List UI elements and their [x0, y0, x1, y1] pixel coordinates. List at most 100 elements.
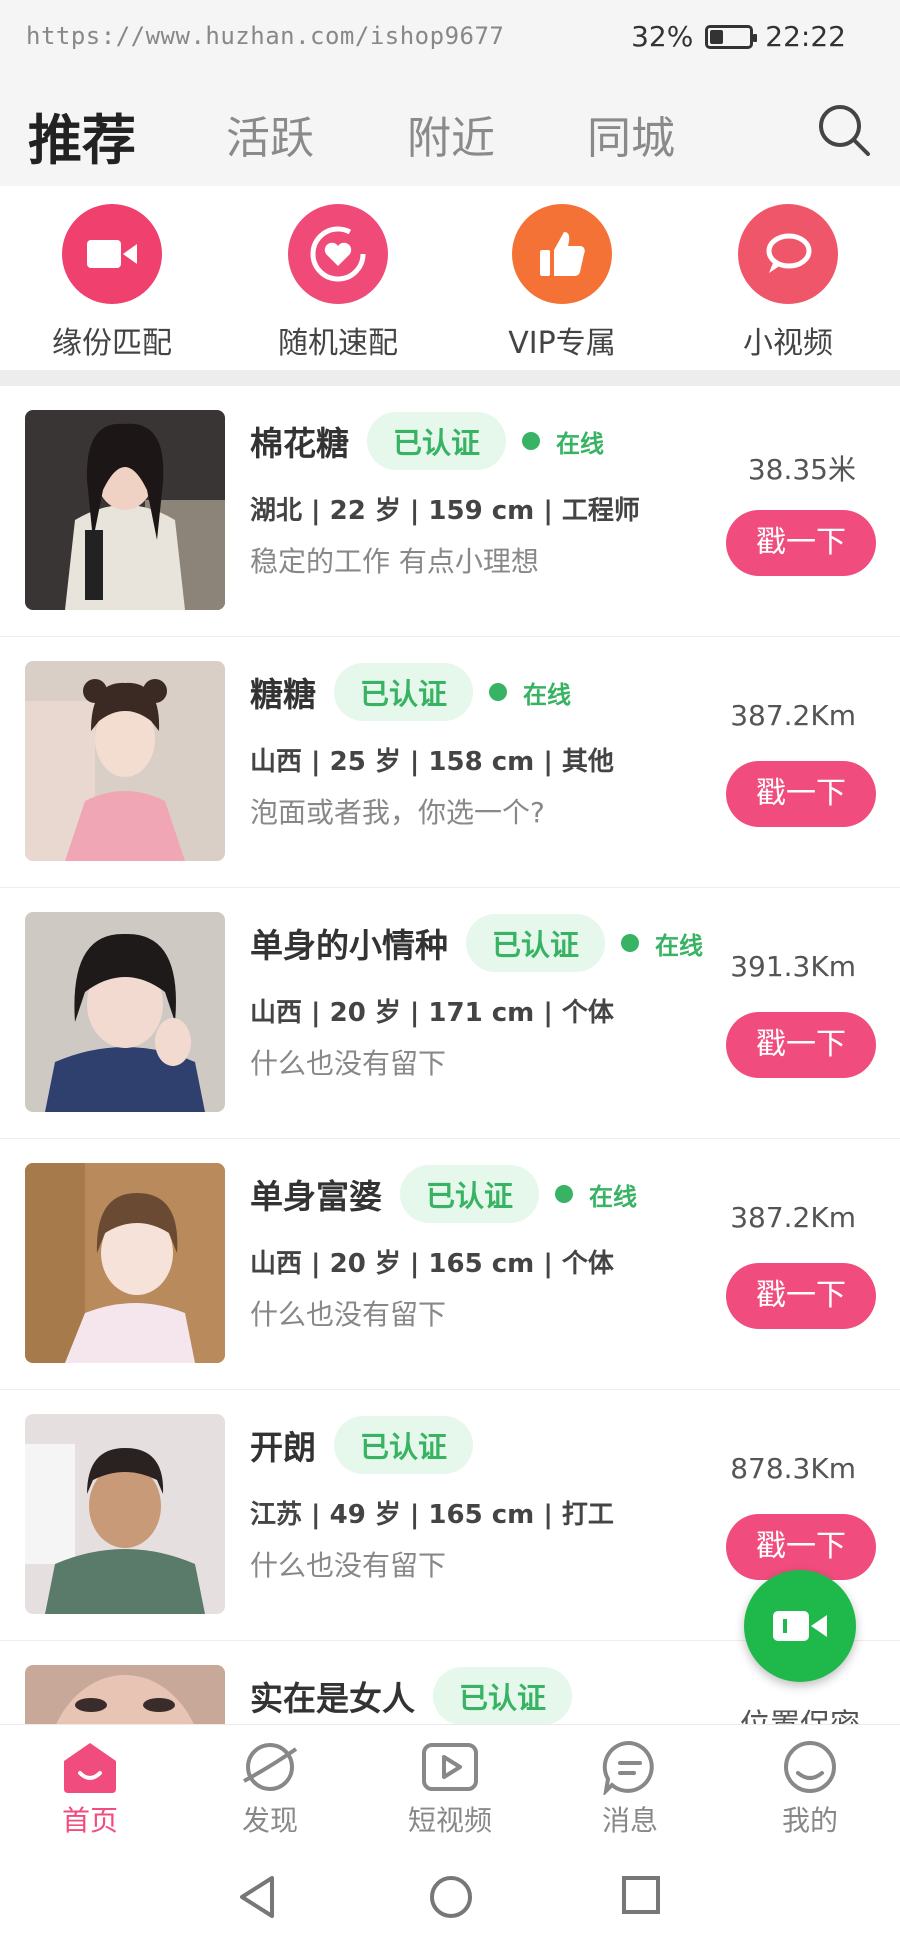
user-bio: 什么也没有留下: [250, 1047, 447, 1080]
section-divider: [0, 370, 900, 386]
heart-ring-icon: [288, 204, 388, 304]
nav-messages[interactable]: 消息: [570, 1739, 690, 1839]
battery-percent: 32%: [631, 20, 694, 53]
user-name: 棉花糖: [250, 424, 349, 463]
clock: 22:22: [765, 20, 846, 53]
online-status: 在线: [555, 1177, 637, 1212]
user-bio: 什么也没有留下: [250, 1298, 447, 1331]
avatar[interactable]: [25, 1414, 225, 1614]
user-info: 江苏 | 49 岁 | 165 cm | 打工: [250, 1500, 614, 1530]
search-icon[interactable]: [816, 102, 872, 158]
user-name: 开朗: [250, 1428, 316, 1467]
list-item[interactable]: 棉花糖 已认证 在线 湖北 | 22 岁 | 159 cm | 工程师 稳定的工…: [0, 386, 900, 637]
online-dot-icon: [621, 934, 640, 952]
system-nav-bar: [0, 1848, 900, 1950]
verified-badge: 已认证: [466, 914, 606, 972]
online-label: 在线: [523, 680, 572, 709]
quick-actions: 缘份匹配 随机速配 VIP专属 小视频: [0, 186, 900, 368]
user-bio: 泡面或者我，你选一个?: [250, 796, 545, 829]
nav-label: 发现: [241, 1804, 298, 1837]
distance: 38.35米: [747, 453, 856, 486]
quick-action-random[interactable]: 随机速配: [238, 204, 438, 362]
list-item[interactable]: 单身富婆 已认证 在线 山西 | 20 岁 | 165 cm | 个体 什么也没…: [0, 1139, 900, 1390]
quick-action-match[interactable]: 缘份匹配: [12, 204, 212, 362]
message-icon: [602, 1740, 654, 1795]
name-line: 棉花糖 已认证 在线: [250, 412, 604, 470]
avatar[interactable]: [25, 912, 225, 1112]
nav-home[interactable]: 首页: [30, 1739, 150, 1839]
user-list: 棉花糖 已认证 在线 湖北 | 22 岁 | 159 cm | 工程师 稳定的工…: [0, 386, 900, 1724]
online-label: 在线: [655, 931, 704, 960]
avatar[interactable]: [25, 661, 225, 861]
tab-active[interactable]: 活跃: [226, 102, 314, 166]
avatar[interactable]: [25, 410, 225, 610]
tab-nearby[interactable]: 附近: [407, 102, 495, 166]
smile-icon: [784, 1741, 836, 1793]
tab-recommend[interactable]: 推荐: [28, 96, 136, 175]
poke-button[interactable]: 戳一下: [726, 761, 876, 827]
battery-icon: [705, 24, 758, 49]
quick-action-short-video[interactable]: 小视频: [688, 204, 888, 362]
poke-button[interactable]: 戳一下: [726, 510, 876, 576]
nav-short-video[interactable]: 短视频: [390, 1739, 510, 1839]
user-name: 单身的小情种: [250, 926, 448, 965]
home-icon: [64, 1743, 116, 1793]
distance: 878.3Km: [730, 1452, 856, 1485]
nav-label: 短视频: [407, 1804, 492, 1837]
nav-label: 首页: [61, 1804, 118, 1837]
list-item[interactable]: 糖糖 已认证 在线 山西 | 25 岁 | 158 cm | 其他 泡面或者我，…: [0, 637, 900, 888]
verified-badge: 已认证: [334, 663, 474, 721]
video-call-button[interactable]: [744, 1570, 856, 1682]
user-bio: 稳定的工作 有点小理想: [250, 545, 539, 578]
home-circle-icon[interactable]: [428, 1874, 474, 1920]
name-line: 单身的小情种 已认证 在线: [250, 914, 703, 972]
quick-action-label: 缘份匹配: [52, 326, 172, 361]
quick-action-label: VIP专属: [508, 326, 616, 361]
status-bar: https://www.huzhan.com/ishop9677 32% 22:…: [0, 0, 900, 76]
online-dot-icon: [522, 432, 541, 450]
avatar[interactable]: [25, 1163, 225, 1363]
video-camera-icon: [773, 1611, 827, 1641]
name-line: 开朗 已认证: [250, 1416, 474, 1474]
name-line: 单身富婆 已认证 在线: [250, 1165, 637, 1223]
online-status: 在线: [621, 926, 703, 961]
verified-badge: 已认证: [367, 412, 507, 470]
user-info: 山西 | 20 岁 | 171 cm | 个体: [250, 998, 614, 1028]
name-line: 实在是女人 已认证: [250, 1667, 573, 1724]
nav-label: 消息: [601, 1804, 658, 1837]
nav-label: 我的: [781, 1804, 838, 1837]
poke-button[interactable]: 戳一下: [726, 1012, 876, 1078]
online-status: 在线: [489, 675, 571, 710]
user-name: 糖糖: [250, 675, 316, 714]
user-info: 湖北 | 22 岁 | 159 cm | 工程师: [250, 496, 640, 526]
planet-icon: [243, 1743, 298, 1791]
online-dot-icon: [555, 1185, 574, 1203]
poke-button[interactable]: 戳一下: [726, 1263, 876, 1329]
user-name: 单身富婆: [250, 1177, 382, 1216]
list-item[interactable]: 单身的小情种 已认证 在线 山西 | 20 岁 | 171 cm | 个体 什么…: [0, 888, 900, 1139]
online-status: 在线: [522, 424, 604, 459]
quick-action-label: 小视频: [743, 326, 833, 361]
thumbs-up-icon: [512, 204, 612, 304]
tab-same-city[interactable]: 同城: [587, 102, 675, 166]
top-tab-bar: 推荐 活跃 附近 同城: [0, 76, 900, 186]
verified-badge: 已认证: [400, 1165, 540, 1223]
back-icon[interactable]: [236, 1874, 276, 1920]
nav-profile[interactable]: 我的: [750, 1739, 870, 1839]
recents-square-icon[interactable]: [620, 1874, 662, 1916]
quick-action-label: 随机速配: [278, 326, 398, 361]
nav-discover[interactable]: 发现: [210, 1739, 330, 1839]
online-dot-icon: [489, 683, 508, 701]
bottom-nav: 首页 发现 短视频 消息 我的: [0, 1724, 900, 1848]
verified-badge: 已认证: [334, 1416, 474, 1474]
online-label: 在线: [589, 1182, 638, 1211]
name-line: 糖糖 已认证 在线: [250, 663, 571, 721]
verified-badge: 已认证: [433, 1667, 573, 1724]
avatar[interactable]: [25, 1665, 225, 1724]
distance: 387.2Km: [730, 699, 856, 732]
watermark-text: https://www.huzhan.com/ishop9677: [26, 22, 505, 50]
quick-action-vip[interactable]: VIP专属: [462, 204, 662, 362]
distance: 387.2Km: [730, 1201, 856, 1234]
distance: 391.3Km: [730, 950, 856, 983]
user-name: 实在是女人: [250, 1679, 415, 1718]
